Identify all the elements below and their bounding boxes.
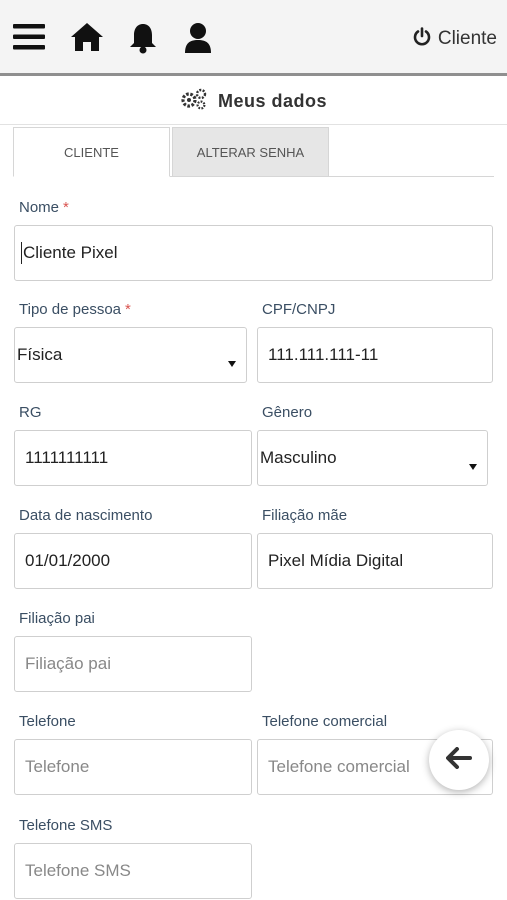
- rg-label: RG: [19, 404, 42, 421]
- arrow-left-icon: [446, 746, 472, 774]
- telefone-comercial-placeholder: Telefone comercial: [268, 757, 410, 776]
- filiacao-pai-label: Filiação pai: [19, 610, 95, 627]
- nome-value: Cliente Pixel: [23, 243, 118, 262]
- nome-label: Nome *: [19, 199, 69, 216]
- logout-button[interactable]: Cliente: [413, 26, 497, 52]
- genero-select[interactable]: Masculino: [257, 430, 488, 486]
- tab-cliente[interactable]: CLIENTE: [13, 127, 170, 177]
- filiacao-pai-input[interactable]: Filiação pai: [14, 636, 252, 692]
- nome-input[interactable]: Cliente Pixel: [14, 225, 493, 281]
- user-icon[interactable]: [184, 22, 212, 59]
- text-cursor: [21, 242, 22, 264]
- filiacao-mae-input[interactable]: Pixel Mídia Digital: [257, 533, 493, 589]
- bell-icon[interactable]: [128, 22, 158, 59]
- gears-icon: [180, 88, 208, 115]
- telefone-placeholder: Telefone: [25, 757, 90, 776]
- tab-alterar-senha[interactable]: ALTERAR SENHA: [172, 127, 329, 177]
- data-nascimento-input[interactable]: 01/01/2000: [14, 533, 252, 589]
- logout-label: Cliente: [437, 28, 497, 49]
- cpf-cnpj-value: 111.111.111-11: [268, 345, 379, 364]
- home-icon[interactable]: [70, 22, 104, 57]
- telefone-sms-placeholder: Telefone SMS: [25, 861, 131, 880]
- genero-label: Gênero: [262, 404, 313, 421]
- telefone-sms-label: Telefone SMS: [19, 817, 113, 834]
- telefone-input[interactable]: Telefone: [14, 739, 252, 795]
- telefone-comercial-label: Telefone comercial: [262, 713, 388, 730]
- back-button[interactable]: [429, 730, 489, 790]
- tipo-pessoa-select[interactable]: Física: [14, 327, 247, 383]
- tipo-pessoa-label: Tipo de pessoa *: [19, 301, 131, 318]
- page-title: Meus dados: [217, 91, 328, 111]
- cpf-cnpj-input[interactable]: 111.111.111-11: [257, 327, 493, 383]
- top-navbar: Cliente: [0, 0, 507, 76]
- tipo-pessoa-label-text: Tipo de pessoa: [19, 301, 122, 318]
- caret-down-icon: [228, 352, 236, 372]
- filiacao-mae-label: Filiação mãe: [262, 507, 348, 524]
- power-icon: [413, 27, 431, 51]
- tipo-pessoa-value: Física: [17, 345, 63, 364]
- filiacao-mae-value: Pixel Mídia Digital: [268, 551, 404, 570]
- cpf-cnpj-label: CPF/CNPJ: [262, 301, 336, 318]
- rg-value: 1111111111: [25, 448, 109, 467]
- required-mark: *: [63, 199, 69, 216]
- required-mark: *: [125, 301, 131, 318]
- data-nascimento-label: Data de nascimento: [19, 507, 153, 524]
- caret-down-icon: [469, 455, 477, 475]
- tab-bar: CLIENTE ALTERAR SENHA: [13, 127, 494, 177]
- data-nascimento-value: 01/01/2000: [25, 551, 111, 570]
- page-header: Meus dados: [0, 79, 507, 125]
- telefone-sms-input[interactable]: Telefone SMS: [14, 843, 252, 899]
- genero-value: Masculino: [260, 448, 337, 467]
- nome-label-text: Nome: [19, 199, 60, 216]
- telefone-label: Telefone: [19, 713, 76, 730]
- filiacao-pai-placeholder: Filiação pai: [25, 654, 111, 673]
- rg-input[interactable]: 1111111111: [14, 430, 252, 486]
- menu-icon[interactable]: [13, 22, 45, 57]
